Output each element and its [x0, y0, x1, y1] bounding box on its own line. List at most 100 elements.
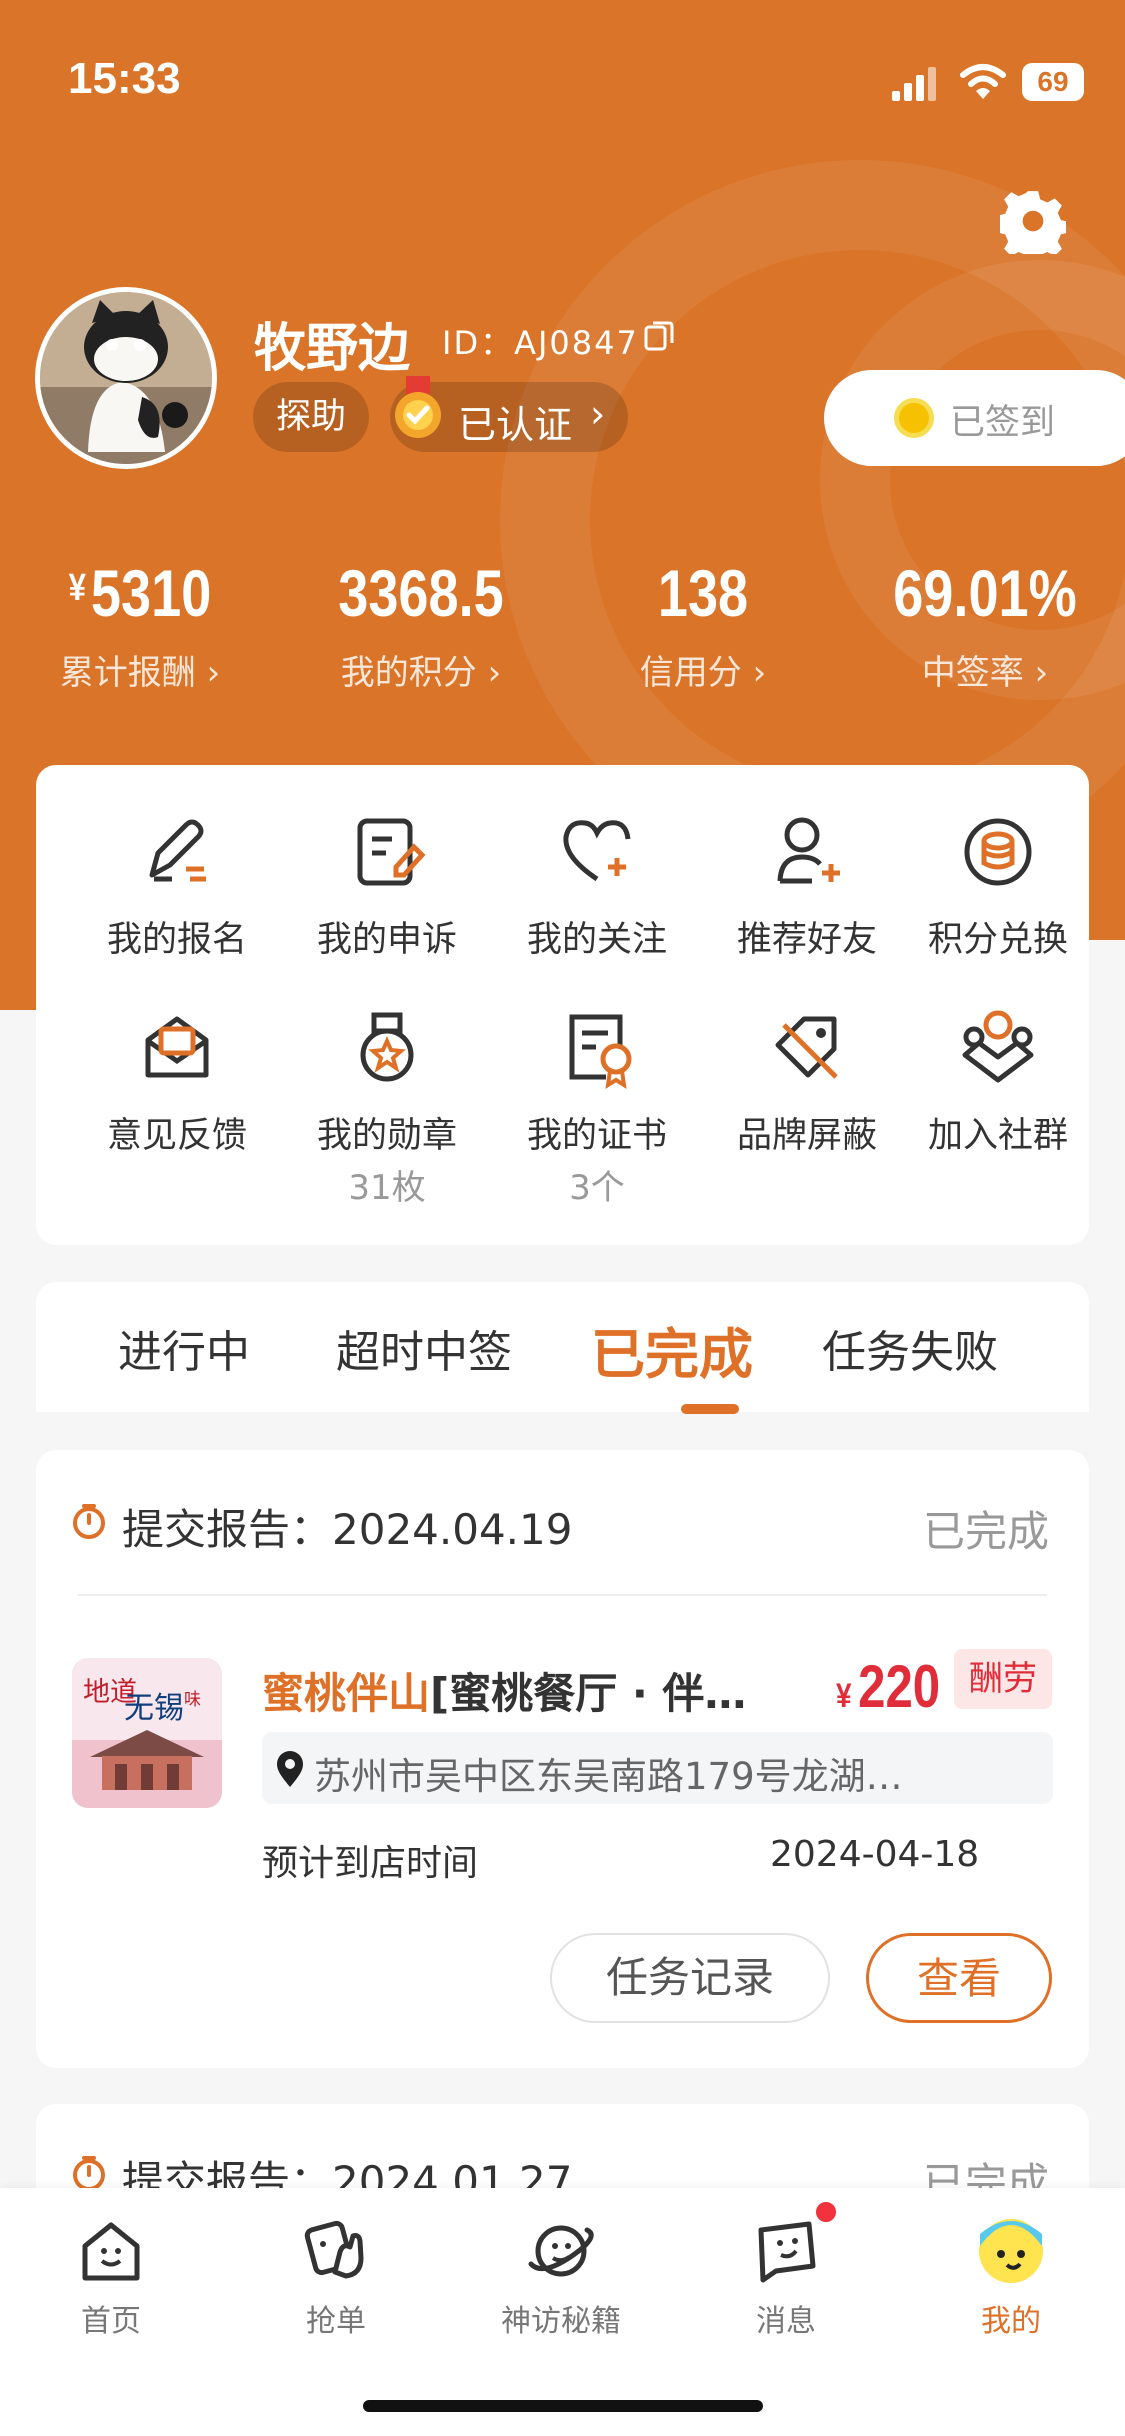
shop-address[interactable]: 苏州市吴中区东吴南路179号龙湖… [262, 1732, 1053, 1804]
menu-label: 品牌屏蔽 [736, 1116, 877, 1156]
menu-label: 我的报名 [106, 920, 247, 960]
planet-icon [528, 2225, 594, 2277]
nav-label: 我的 [981, 2304, 1041, 2339]
stat-win-rate[interactable]: 69.01% 中签率 › [870, 555, 1100, 694]
wuxi-food-poster-image: 地道 无锡 味 [72, 1658, 222, 1808]
wifi-icon [960, 64, 1006, 99]
order-card[interactable]: 提交报告：2024.04.19 已完成 地道 无锡 味 蜜桃伴山[蜜桃餐厅 · … [36, 1450, 1089, 2068]
stat-value: 3368.5 [338, 556, 504, 630]
order-status: 已完成 [922, 1507, 1049, 1556]
chevron-right-icon: › [752, 653, 767, 693]
certificate-icon [569, 1014, 632, 1089]
menu-item-certificates[interactable]: 我的证书 3个 [492, 1005, 702, 1209]
signin-button[interactable]: 已签到 [824, 370, 1125, 466]
profile-page: 15:33 69 牧野边 ID：AJ0847 探助 已认证 › 已签到 ¥531… [0, 0, 1125, 2436]
tab-completed[interactable]: 已完成 [591, 1310, 753, 1389]
avatar[interactable] [35, 287, 217, 469]
menu-label: 意见反馈 [106, 1116, 247, 1156]
battery-icon: 69 [1022, 63, 1084, 101]
certificate-count: 3个 [569, 1168, 625, 1208]
chevron-right-icon: › [590, 392, 606, 436]
divider [78, 1594, 1047, 1596]
menu-item-medals[interactable]: 我的勋章 31枚 [282, 1005, 492, 1209]
coins-exchange-icon [964, 818, 1032, 886]
menu-item-appeals[interactable]: 我的申诉 [282, 809, 492, 962]
menu-item-feedback[interactable]: 意见反馈 [72, 1005, 282, 1158]
document-edit-icon [357, 818, 426, 886]
cat-figurine-avatar-icon [40, 292, 212, 464]
reward-tag: 酬劳 [954, 1649, 1052, 1709]
home-indicator[interactable] [363, 2400, 763, 2412]
currency-symbol: ¥ [68, 567, 87, 609]
chevron-right-icon: › [1034, 653, 1049, 693]
envelope-feedback-icon [145, 1016, 209, 1078]
heart-plus-icon [563, 820, 631, 882]
stat-label: 中签率 [921, 653, 1024, 693]
tab-in-progress[interactable]: 进行中 [118, 1316, 250, 1380]
medal-icon [360, 1012, 414, 1082]
home-face-icon [82, 2222, 140, 2281]
nav-label: 抢单 [306, 2304, 366, 2339]
menu-item-points-exchange[interactable]: 积分兑换 [908, 809, 1088, 962]
verified-badge[interactable]: 已认证 › [390, 376, 628, 452]
nav-profile[interactable]: 我的 [916, 2216, 1106, 2340]
tab-task-failed[interactable]: 任务失败 [822, 1316, 998, 1380]
menu-item-registrations[interactable]: 我的报名 [72, 809, 282, 962]
user-plus-icon [777, 817, 840, 884]
nav-label: 神访秘籍 [501, 2304, 621, 2339]
user-name: 牧野边 [254, 319, 411, 379]
service-menu: 我的报名 我的申诉 我的关注 推荐好友 积分兑换 意见反馈 我的勋章 31枚 我的… [36, 765, 1089, 1245]
tag-blocked-icon [775, 1016, 838, 1079]
menu-item-join-community[interactable]: 加入社群 [908, 1005, 1088, 1158]
nav-messages[interactable]: 消息 [691, 2216, 881, 2340]
stat-label: 累计报酬 [59, 653, 196, 693]
task-record-button[interactable]: 任务记录 [550, 1933, 830, 2023]
stat-value: 69.01% [893, 556, 1077, 630]
report-date: 提交报告：2024.04.19 [122, 1505, 573, 1554]
message-badge [814, 2200, 838, 2224]
coin-icon [894, 398, 934, 438]
menu-item-follows[interactable]: 我的关注 [492, 809, 702, 962]
user-id: ID：AJ0847 [442, 324, 639, 362]
nav-label: 首页 [81, 2304, 141, 2339]
menu-label: 推荐好友 [736, 920, 877, 960]
shop-name: [蜜桃餐厅 · 伴… [430, 1669, 747, 1718]
nav-label: 消息 [756, 2304, 816, 2339]
settings-gear-icon[interactable] [1000, 188, 1066, 254]
stat-earnings[interactable]: ¥5310 累计报酬 › [25, 555, 255, 694]
community-icon [962, 1010, 1034, 1083]
arrival-time-value: 2024-04-18 [770, 1834, 980, 1875]
stat-credit[interactable]: 138 信用分 › [588, 555, 818, 694]
menu-item-brand-block[interactable]: 品牌屏蔽 [702, 1005, 912, 1158]
status-bar: 15:33 69 [0, 0, 1125, 150]
grab-order-icon [304, 2220, 364, 2279]
shop-title[interactable]: 蜜桃伴山[蜜桃餐厅 · 伴… [262, 1660, 772, 1721]
medal-count: 31枚 [348, 1168, 426, 1208]
order-status-tabs: 进行中 超时中签 已完成 任务失败 [36, 1282, 1089, 1414]
verified-label: 已认证 [458, 403, 573, 447]
pen-list-icon [149, 819, 206, 882]
view-order-button[interactable]: 查看 [866, 1933, 1052, 2023]
chevron-right-icon: › [487, 653, 502, 693]
active-tab-indicator [681, 1404, 739, 1414]
location-pin-icon [277, 1751, 303, 1787]
stat-points[interactable]: 3368.5 我的积分 › [306, 555, 536, 694]
poster-text: 味 [184, 1690, 201, 1709]
menu-label: 我的证书 [526, 1116, 667, 1156]
nav-grab-orders[interactable]: 抢单 [241, 2216, 431, 2340]
shop-image[interactable]: 地道 无锡 味 [72, 1658, 222, 1808]
timer-icon [73, 2156, 105, 2191]
reward-price: ¥220 [836, 1652, 940, 1721]
status-time: 15:33 [68, 54, 181, 103]
poster-text: 无锡 [124, 1692, 184, 1725]
tab-overtime-won[interactable]: 超时中签 [336, 1316, 512, 1380]
menu-item-refer-friends[interactable]: 推荐好友 [702, 809, 912, 962]
cellular-signal-icon [892, 67, 940, 101]
verified-medal-icon [395, 376, 441, 438]
stat-value: 138 [657, 556, 749, 630]
arrival-time-label: 预计到店时间 [262, 1843, 479, 1884]
nav-secrets[interactable]: 神访秘籍 [466, 2216, 656, 2340]
stat-label: 信用分 [639, 653, 742, 693]
nav-home[interactable]: 首页 [16, 2216, 206, 2340]
copy-icon[interactable] [642, 318, 676, 352]
